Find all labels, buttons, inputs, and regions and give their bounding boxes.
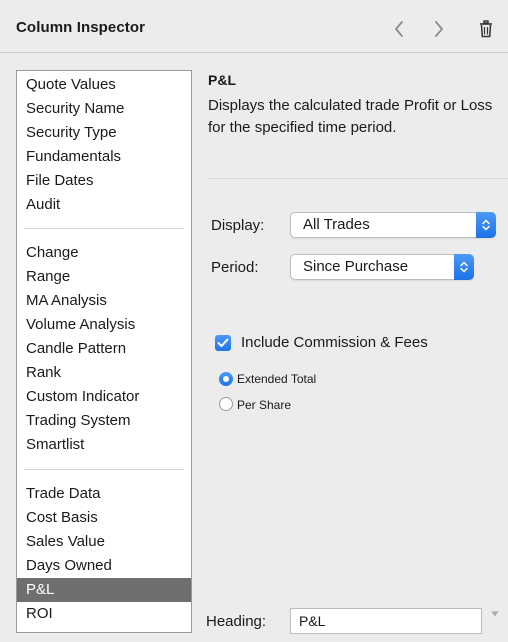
list-item-change[interactable]: Change (17, 241, 191, 265)
delete-button[interactable] (473, 14, 499, 44)
list-item-cost-basis[interactable]: Cost Basis (17, 506, 191, 530)
display-popup-value: All Trades (303, 216, 370, 233)
back-button[interactable] (386, 14, 412, 44)
per-share-label[interactable]: Per Share (237, 398, 291, 412)
period-stepper[interactable] (454, 254, 474, 280)
trash-icon (480, 20, 492, 38)
per-share-radio[interactable] (219, 397, 233, 411)
list-item-trading-system[interactable]: Trading System (17, 409, 191, 433)
list-separator (24, 469, 184, 470)
chevron-right-icon (435, 21, 443, 37)
period-popup[interactable]: Since Purchase (290, 254, 474, 280)
include-commission-checkbox[interactable] (215, 335, 231, 351)
list-item-ma-analysis[interactable]: MA Analysis (17, 289, 191, 313)
list-item-pnl[interactable]: P&L (17, 578, 191, 602)
caret-down-icon (491, 611, 499, 617)
list-item-roi[interactable]: ROI (17, 602, 191, 626)
forward-button[interactable] (426, 14, 452, 44)
list-item-sales-value[interactable]: Sales Value (17, 530, 191, 554)
extended-total-label[interactable]: Extended Total (237, 372, 316, 386)
title-bar: Column Inspector (0, 0, 508, 56)
period-popup-value: Since Purchase (303, 258, 409, 275)
list-item-rank[interactable]: Rank (17, 361, 191, 385)
display-label: Display: (211, 217, 265, 234)
list-item-file-dates[interactable]: File Dates (17, 169, 191, 193)
checkmark-icon (217, 338, 229, 347)
window-title: Column Inspector (16, 19, 146, 36)
heading-dropdown[interactable] (491, 604, 499, 622)
list-item-fundamentals[interactable]: Fundamentals (17, 145, 191, 169)
list-item-days-owned[interactable]: Days Owned (17, 554, 191, 578)
detail-divider (208, 178, 508, 179)
heading-label: Heading: (206, 613, 267, 630)
list-item-quote-values[interactable]: Quote Values (17, 73, 191, 97)
up-down-arrows-icon (482, 219, 490, 231)
up-down-arrows-icon (460, 261, 468, 273)
list-item-custom-indicator[interactable]: Custom Indicator (17, 385, 191, 409)
list-separator (24, 228, 184, 229)
list-item-security-type[interactable]: Security Type (17, 121, 191, 145)
period-label: Period: (211, 259, 259, 276)
title-divider (0, 52, 508, 53)
list-item-security-name[interactable]: Security Name (17, 97, 191, 121)
column-list[interactable]: Quote Values Security Name Security Type… (16, 70, 192, 633)
chevron-left-icon (395, 21, 403, 37)
list-item-candle-pattern[interactable]: Candle Pattern (17, 337, 191, 361)
list-item-range[interactable]: Range (17, 265, 191, 289)
detail-title: P&L (208, 72, 236, 88)
display-popup[interactable]: All Trades (290, 212, 496, 238)
list-item-trade-data[interactable]: Trade Data (17, 482, 191, 506)
detail-description: Displays the calculated trade Profit or … (208, 97, 493, 136)
include-commission-label[interactable]: Include Commission & Fees (241, 334, 428, 351)
heading-input[interactable]: P&L (290, 608, 482, 634)
list-item-smartlist[interactable]: Smartlist (17, 433, 191, 457)
list-item-volume-analysis[interactable]: Volume Analysis (17, 313, 191, 337)
list-item-audit[interactable]: Audit (17, 193, 191, 217)
extended-total-radio[interactable] (219, 372, 233, 386)
display-stepper[interactable] (476, 212, 496, 238)
